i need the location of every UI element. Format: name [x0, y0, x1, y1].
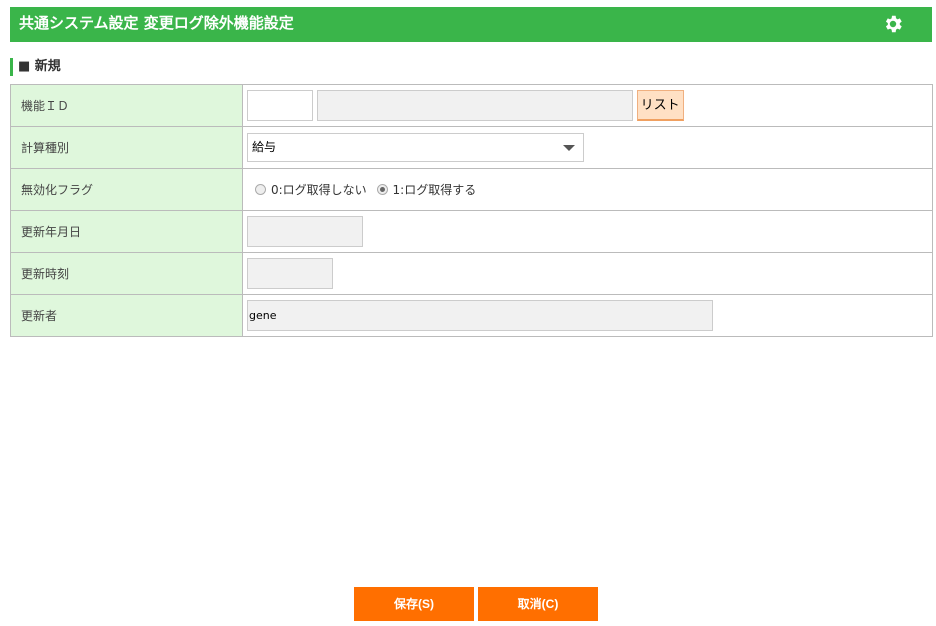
update-time-field	[247, 258, 333, 289]
function-id-input[interactable]	[247, 90, 313, 121]
radio-option-0[interactable]	[255, 184, 266, 195]
label-calc-type: 計算種別	[10, 126, 243, 169]
label-update-date: 更新年月日	[10, 210, 243, 253]
label-function-id: 機能ＩＤ	[10, 84, 243, 127]
radio-label-1: 1:ログ取得する	[392, 183, 477, 197]
calc-type-select[interactable]: 給与	[247, 133, 584, 162]
save-button[interactable]: 保存(S)	[354, 587, 474, 621]
gear-icon[interactable]	[882, 13, 904, 35]
radio-option-1[interactable]	[376, 184, 388, 195]
page-header: 共通システム設定 変更ログ除外機能設定	[10, 7, 932, 42]
radio-label-0: 0:ログ取得しない	[271, 183, 367, 197]
row-calc-type: 計算種別 給与	[10, 126, 933, 169]
cancel-button[interactable]: 取消(C)	[478, 587, 598, 621]
page-title: 共通システム設定 変更ログ除外機能設定	[19, 14, 294, 32]
row-updater: 更新者 gene	[10, 294, 933, 337]
update-date-field	[247, 216, 363, 247]
list-button[interactable]: リスト	[636, 90, 684, 121]
chevron-down-icon	[563, 145, 575, 151]
row-update-time: 更新時刻	[10, 252, 933, 295]
calc-type-value: 給与	[252, 140, 277, 154]
form-table: 機能ＩＤ リスト 計算種別 給与 無効化フラグ 0:ログ取得しない 1:ログ取得…	[10, 84, 933, 337]
row-disable-flag: 無効化フラグ 0:ログ取得しない 1:ログ取得する	[10, 168, 933, 211]
section-title: ■ 新規	[10, 58, 61, 76]
label-update-time: 更新時刻	[10, 252, 243, 295]
label-updater: 更新者	[10, 294, 243, 337]
updater-field: gene	[247, 300, 713, 331]
label-disable-flag: 無効化フラグ	[10, 168, 243, 211]
function-name-field	[316, 90, 633, 121]
row-function-id: 機能ＩＤ リスト	[10, 84, 933, 127]
row-update-date: 更新年月日	[10, 210, 933, 253]
